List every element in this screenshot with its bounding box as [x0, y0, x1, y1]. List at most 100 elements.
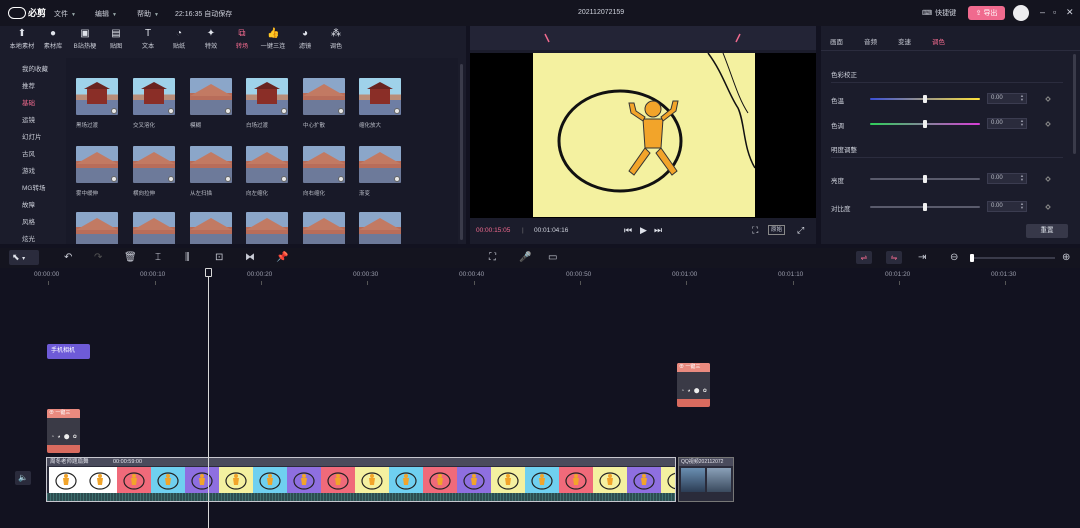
magnet-snap-button[interactable]: ⇌	[856, 251, 872, 264]
brightness-slider[interactable]	[870, 175, 980, 183]
temperature-slider[interactable]	[870, 95, 980, 103]
tab-picture[interactable]: 画面	[830, 36, 843, 46]
keyframe-icon[interactable]	[1045, 204, 1051, 210]
trim-icon[interactable]: ⫼	[185, 252, 190, 264]
minimize-icon[interactable]: –	[1040, 7, 1045, 17]
tool-local-media[interactable]: ⬆ 本地素材	[6, 27, 38, 57]
temperature-input[interactable]: 0.00 ▲ ▼	[987, 93, 1027, 104]
skip-back-icon[interactable]: ⏮	[624, 225, 632, 236]
transition-thumb[interactable]	[190, 212, 232, 244]
tool-bilibili-memes[interactable]: ▣ B站热梗	[69, 27, 101, 57]
main-video-clip[interactable]: 周冬老师题扇舞 00:00:59:00	[46, 457, 676, 502]
download-icon[interactable]	[168, 108, 174, 114]
asset-scrollbar[interactable]	[460, 64, 463, 240]
category-item[interactable]: 运镜	[22, 114, 35, 124]
camera-effect-chip[interactable]: 手机相机	[47, 344, 90, 359]
category-item[interactable]: 风格	[22, 216, 35, 226]
zoom-slider[interactable]	[970, 257, 1055, 259]
zoom-out-icon[interactable]: ⊖	[950, 252, 958, 264]
reset-button[interactable]: 重置	[1026, 224, 1068, 238]
transition-thumb[interactable]	[246, 78, 288, 115]
align-playhead-icon[interactable]: ⇥	[918, 252, 926, 264]
category-item[interactable]: MG转场	[22, 182, 45, 192]
spinner-icon[interactable]: ▲ ▼	[1020, 119, 1024, 127]
category-item[interactable]: 基础	[22, 97, 35, 107]
transition-thumb[interactable]	[76, 212, 118, 244]
maximize-icon[interactable]: ▫	[1053, 7, 1056, 17]
auto-caption-icon[interactable]: ⛶	[489, 252, 496, 264]
fullscreen-icon[interactable]: ⤢	[797, 225, 804, 236]
contrast-slider[interactable]	[870, 203, 980, 211]
slider-knob[interactable]	[923, 175, 927, 183]
spinner-icon[interactable]: ▲ ▼	[1020, 202, 1024, 210]
second-video-clip[interactable]: QQ视频202112072	[678, 457, 734, 502]
zoom-slider-knob[interactable]	[970, 254, 974, 262]
tool-transitions[interactable]: ⧉ 转场	[226, 27, 258, 57]
menu-edit[interactable]: 编辑 ▼	[95, 9, 117, 19]
split-icon[interactable]: ⌶	[155, 252, 161, 264]
skip-forward-icon[interactable]: ⏭	[654, 225, 662, 236]
tool-material-library[interactable]: ● 素材库	[37, 27, 69, 57]
download-icon[interactable]	[281, 176, 287, 182]
link-audio-button[interactable]: ⇋	[886, 251, 902, 264]
transition-thumb[interactable]	[190, 146, 232, 183]
category-item[interactable]: 幻灯片	[22, 131, 42, 141]
tool-stickers[interactable]: ▤ 贴图	[100, 27, 132, 57]
contrast-input[interactable]: 0.00 ▲ ▼	[987, 201, 1027, 212]
transition-thumb[interactable]	[246, 146, 288, 183]
mirror-icon[interactable]: ⧓	[245, 252, 255, 264]
download-icon[interactable]	[168, 176, 174, 182]
category-item[interactable]: 故障	[22, 199, 35, 209]
avatar[interactable]	[1013, 5, 1029, 21]
spinner-icon[interactable]: ▲ ▼	[1020, 174, 1024, 182]
zoom-in-icon[interactable]: ⊕	[1062, 252, 1070, 264]
download-icon[interactable]	[225, 108, 231, 114]
category-item[interactable]: 游戏	[22, 165, 35, 175]
tool-effects[interactable]: ✦ 特效	[195, 27, 227, 57]
select-tool-dropdown[interactable]: ⬉ ▾	[9, 250, 39, 265]
timeline-ruler[interactable]: 00:00:00 00:00:10 00:00:20 00:00:30 00:0…	[0, 268, 1080, 286]
tool-filters[interactable]: ◕ 滤镜	[289, 27, 321, 57]
track-mute-button[interactable]: 🔈	[15, 471, 31, 485]
transition-thumb[interactable]	[190, 78, 232, 115]
export-button[interactable]: ⇪ 导出	[968, 6, 1005, 20]
keyframe-icon[interactable]	[1045, 96, 1051, 102]
triple-action-sticker-clip[interactable]: ⊕ 一键三 ◔ ◕ ⬤ ✿	[47, 409, 80, 453]
transition-thumb[interactable]	[303, 212, 345, 244]
play-icon[interactable]: ▶	[640, 225, 647, 236]
close-icon[interactable]: ✕	[1066, 7, 1074, 18]
transition-thumb[interactable]	[359, 146, 401, 183]
download-icon[interactable]	[394, 176, 400, 182]
preview-canvas[interactable]	[470, 52, 816, 218]
spinner-icon[interactable]: ▲ ▼	[1020, 94, 1024, 102]
tool-text[interactable]: T 文本	[132, 27, 164, 57]
transition-thumb[interactable]	[303, 78, 345, 115]
slider-knob[interactable]	[923, 95, 927, 103]
transition-thumb[interactable]	[76, 146, 118, 183]
transition-thumb[interactable]	[359, 212, 401, 244]
tab-speed[interactable]: 变速	[898, 36, 911, 46]
keyframe-icon[interactable]	[1045, 176, 1051, 182]
transition-thumb[interactable]	[133, 212, 175, 244]
transition-thumb[interactable]	[303, 146, 345, 183]
tool-triple-action[interactable]: 👍 一键三连	[257, 27, 289, 57]
delete-icon[interactable]: 🗑	[124, 252, 137, 264]
triple-action-sticker-clip[interactable]: ⊕ 一键三 ◔ ◕ ⬤ ✿	[677, 363, 710, 407]
undo-icon[interactable]: ↶	[64, 252, 72, 264]
tint-slider[interactable]	[870, 120, 980, 128]
slider-knob[interactable]	[923, 120, 927, 128]
category-item[interactable]: 我的收藏	[22, 63, 48, 73]
keyframe-icon[interactable]	[1045, 121, 1051, 127]
download-icon[interactable]	[394, 108, 400, 114]
tint-input[interactable]: 0.00 ▲ ▼	[987, 118, 1027, 129]
tool-paster[interactable]: ◔ 贴纸	[163, 27, 195, 57]
tab-audio[interactable]: 音频	[864, 36, 877, 46]
pin-icon[interactable]: 📌	[276, 252, 288, 264]
category-item[interactable]: 推荐	[22, 80, 35, 90]
properties-scrollbar[interactable]	[1073, 54, 1076, 154]
microphone-icon[interactable]: 🎤	[519, 252, 531, 264]
tool-color[interactable]: ⁂ 调色	[320, 27, 352, 57]
transition-thumb[interactable]	[133, 78, 175, 115]
category-item[interactable]: 古风	[22, 148, 35, 158]
camera-icon[interactable]: ▭	[548, 252, 557, 264]
